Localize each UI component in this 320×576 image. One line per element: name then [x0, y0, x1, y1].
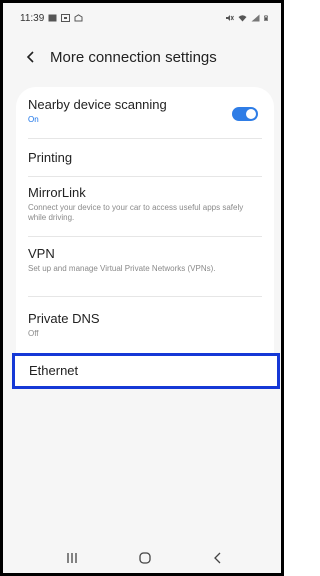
wifi-icon — [238, 15, 247, 22]
setting-title: Ethernet — [29, 363, 79, 378]
setting-title: Private DNS — [28, 311, 100, 326]
setting-nearby-device-scanning[interactable]: Nearby device scanning On — [28, 97, 262, 139]
setting-subtitle: On — [28, 115, 39, 124]
page-title: More connection settings — [50, 48, 217, 66]
recents-icon — [67, 553, 77, 563]
setting-ethernet[interactable]: Ethernet — [12, 353, 280, 389]
notification-icon — [74, 14, 83, 22]
gallery-icon — [48, 14, 57, 22]
toggle-knob — [245, 108, 257, 120]
nearby-scanning-toggle[interactable] — [232, 107, 258, 121]
back-nav-button[interactable] — [206, 546, 230, 570]
recents-button[interactable] — [60, 546, 84, 570]
setting-title: Nearby device scanning — [28, 97, 167, 112]
back-button[interactable] — [20, 46, 42, 68]
setting-subtitle: Off — [28, 329, 39, 338]
status-time: 11:39 — [20, 12, 45, 24]
setting-private-dns[interactable]: Private DNS Off — [28, 299, 262, 347]
home-button[interactable] — [133, 546, 157, 570]
setting-title: MirrorLink — [28, 185, 86, 200]
mute-icon — [226, 15, 234, 21]
screenshot-icon — [61, 14, 71, 22]
setting-mirrorlink[interactable]: MirrorLink Connect your device to your c… — [28, 177, 262, 237]
signal-icon — [251, 14, 260, 22]
battery-icon — [264, 15, 268, 21]
system-navigation-bar — [6, 543, 284, 573]
settings-card: Nearby device scanning On Printing Mirro… — [16, 87, 274, 373]
back-icon — [213, 552, 221, 564]
chevron-left-icon — [26, 51, 34, 63]
setting-subtitle: Set up and manage Virtual Private Networ… — [28, 264, 216, 273]
setting-printing[interactable]: Printing — [28, 139, 262, 177]
status-bar: 11:39 — [6, 6, 284, 30]
app-bar: More connection settings — [6, 38, 284, 76]
home-icon — [139, 552, 151, 564]
phone-screen: 11:39 More connection settings Nearby de… — [0, 0, 284, 576]
setting-vpn[interactable]: VPN Set up and manage Virtual Private Ne… — [28, 237, 262, 297]
setting-title: Printing — [28, 149, 73, 165]
setting-subtitle: Connect your device to your car to acces… — [28, 203, 244, 222]
setting-title: VPN — [28, 246, 55, 261]
